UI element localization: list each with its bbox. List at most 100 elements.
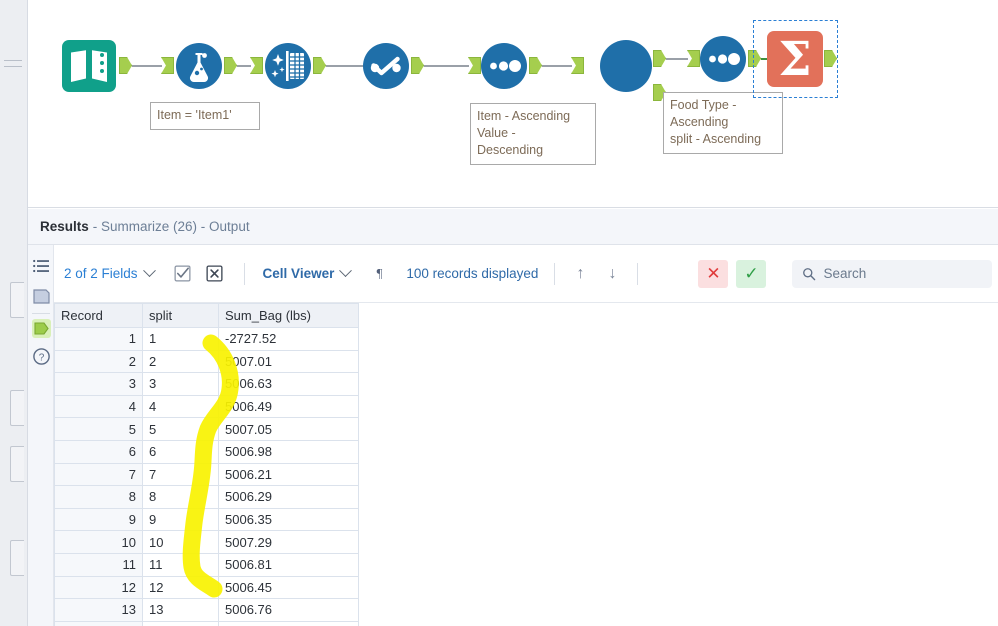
- cell-record[interactable]: 11: [54, 552, 143, 577]
- table-row[interactable]: 12 12 5006.45: [54, 575, 359, 600]
- collapsed-panel-tab[interactable]: [10, 390, 24, 426]
- input-anchor[interactable]: [468, 57, 481, 74]
- column-header-record[interactable]: Record: [54, 303, 143, 328]
- input-anchor[interactable]: [161, 57, 174, 74]
- field-list-icon[interactable]: [32, 257, 51, 276]
- browse-tool[interactable]: [600, 40, 652, 92]
- help-icon[interactable]: ?: [32, 347, 51, 366]
- collapsed-panel-tab[interactable]: [10, 282, 24, 318]
- table-row[interactable]: 3 3 5006.63: [54, 372, 359, 396]
- cell-split[interactable]: 12: [142, 575, 219, 600]
- connector-icon[interactable]: [32, 319, 51, 338]
- table-row[interactable]: 8 8 5006.29: [54, 485, 359, 509]
- cell-split[interactable]: 1: [142, 327, 219, 351]
- cell-sum-bag[interactable]: -2727.52: [218, 327, 359, 351]
- summarize-tool[interactable]: Σ: [767, 31, 823, 87]
- cell-sum-bag[interactable]: [218, 620, 359, 626]
- connection-wire[interactable]: [326, 65, 366, 67]
- fields-selector[interactable]: 2 of 2 Fields: [64, 264, 156, 281]
- cell-record[interactable]: 10: [54, 530, 143, 554]
- output-anchor[interactable]: [411, 57, 424, 74]
- cell-sum-bag[interactable]: 5007.01: [218, 349, 359, 374]
- cell-record[interactable]: 8: [54, 485, 143, 509]
- cell-split[interactable]: 11: [142, 552, 219, 577]
- column-header-sum[interactable]: Sum_Bag (lbs): [218, 303, 359, 328]
- cell-split[interactable]: 8: [142, 485, 219, 509]
- input-anchor[interactable]: [687, 50, 700, 67]
- cell-sum-bag[interactable]: 5007.05: [218, 417, 359, 441]
- table-row[interactable]: 4 4 5006.49: [54, 394, 359, 419]
- cell-record[interactable]: 13: [54, 598, 143, 622]
- cell-record[interactable]: 4: [54, 394, 143, 419]
- table-row[interactable]: 9 9 5006.35: [54, 507, 359, 532]
- input-anchor[interactable]: [250, 57, 263, 74]
- cell-split[interactable]: 13: [142, 598, 219, 622]
- input-anchor[interactable]: [571, 57, 584, 74]
- collapsed-panel-tab[interactable]: [10, 446, 24, 482]
- connection-wire[interactable]: [424, 65, 469, 67]
- output-anchor[interactable]: [529, 57, 542, 74]
- deselect-all-button[interactable]: [204, 263, 226, 285]
- output-anchor[interactable]: [313, 57, 326, 74]
- search-input[interactable]: Search: [792, 259, 993, 288]
- cell-sum-bag[interactable]: 5007.29: [218, 530, 359, 554]
- select-all-button[interactable]: [172, 263, 194, 285]
- cell-split[interactable]: 2: [142, 349, 219, 374]
- cell-record[interactable]: 9: [54, 507, 143, 532]
- cell-split[interactable]: 5: [142, 417, 219, 441]
- cell-split[interactable]: 10: [142, 530, 219, 554]
- cell-record[interactable]: 3: [54, 372, 143, 396]
- cell-split[interactable]: 4: [142, 394, 219, 419]
- anchor-icon[interactable]: [32, 287, 51, 306]
- cell-record[interactable]: 5: [54, 417, 143, 441]
- cell-record[interactable]: 6: [54, 439, 143, 464]
- scroll-up-button[interactable]: ↑: [569, 263, 591, 285]
- cell-split[interactable]: 7: [142, 462, 219, 487]
- cell-record[interactable]: 2: [54, 349, 143, 374]
- output-anchor[interactable]: [653, 50, 666, 67]
- collapsed-panel-tab[interactable]: [10, 540, 24, 576]
- sort-tool[interactable]: [481, 43, 527, 89]
- connection-wire[interactable]: [542, 65, 572, 67]
- reject-button[interactable]: ✕: [698, 259, 729, 288]
- input-data-tool[interactable]: [62, 40, 116, 92]
- cell-split[interactable]: 6: [142, 439, 219, 464]
- cell-sum-bag[interactable]: 5006.49: [218, 394, 359, 419]
- filter-tool[interactable]: [176, 43, 222, 89]
- cell-record[interactable]: [54, 620, 143, 626]
- cell-record[interactable]: 7: [54, 462, 143, 487]
- connection-wire[interactable]: [132, 65, 162, 67]
- cell-sum-bag[interactable]: 5006.21: [218, 462, 359, 487]
- cell-sum-bag[interactable]: 5006.81: [218, 552, 359, 577]
- table-row[interactable]: [54, 620, 359, 626]
- output-anchor[interactable]: [119, 57, 132, 74]
- table-row[interactable]: 10 10 5007.29: [54, 530, 359, 554]
- output-anchor[interactable]: [224, 57, 237, 74]
- cell-sum-bag[interactable]: 5006.45: [218, 575, 359, 600]
- accept-button[interactable]: ✓: [736, 259, 767, 288]
- data-cleansing-tool[interactable]: [265, 43, 311, 89]
- table-row[interactable]: 1 1 -2727.52: [54, 327, 359, 351]
- column-header-split[interactable]: split: [142, 303, 219, 328]
- pilcrow-icon[interactable]: ¶: [368, 263, 390, 285]
- cell-record[interactable]: 1: [54, 327, 143, 351]
- cell-sum-bag[interactable]: 5006.63: [218, 372, 359, 396]
- cell-viewer-selector[interactable]: Cell Viewer: [263, 264, 353, 281]
- workflow-canvas[interactable]: Item = 'Item1' Item - Ascending Value - …: [28, 0, 998, 208]
- table-row[interactable]: 2 2 5007.01: [54, 349, 359, 374]
- select-tool[interactable]: [363, 43, 409, 89]
- connection-wire[interactable]: [666, 58, 688, 60]
- cell-record[interactable]: 12: [54, 575, 143, 600]
- results-grid[interactable]: Record split Sum_Bag (lbs) 1 1 -2727.52 2 2 5…: [54, 303, 998, 626]
- cell-split[interactable]: 3: [142, 372, 219, 396]
- cell-split[interactable]: [142, 620, 219, 626]
- table-row[interactable]: 7 7 5006.21: [54, 462, 359, 487]
- cell-sum-bag[interactable]: 5006.98: [218, 439, 359, 464]
- connection-wire[interactable]: [237, 65, 251, 67]
- cell-sum-bag[interactable]: 5006.29: [218, 485, 359, 509]
- cell-sum-bag[interactable]: 5006.76: [218, 598, 359, 622]
- table-row[interactable]: 11 11 5006.81: [54, 552, 359, 577]
- scroll-down-button[interactable]: ↓: [601, 263, 623, 285]
- cell-split[interactable]: 9: [142, 507, 219, 532]
- table-row[interactable]: 5 5 5007.05: [54, 417, 359, 441]
